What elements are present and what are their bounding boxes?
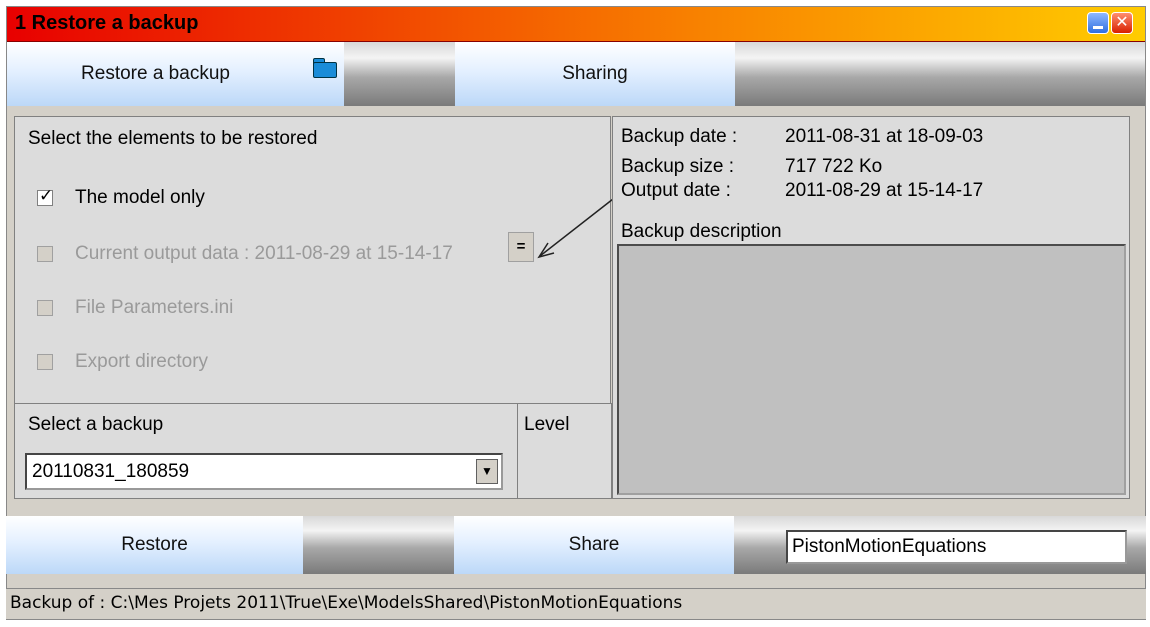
status-bar: Backup of : C:\Mes Projets 2011\True\Exe… [6, 588, 1146, 619]
restore-backup-tab-label: Restore a backup [81, 63, 230, 84]
open-folder-button[interactable] [304, 42, 344, 106]
close-button[interactable]: ✕ [1111, 12, 1133, 34]
current-output-label: Current output data : 2011-08-29 at 15-1… [75, 243, 453, 264]
backup-select-value: 20110831_180859 [32, 461, 190, 482]
output-date-value: 2011-08-29 at 15-14-17 [785, 180, 984, 201]
backup-description-textarea[interactable] [617, 244, 1126, 495]
parameters-ini-label: File Parameters.ini [75, 297, 234, 318]
backup-size-value: 717 722 Ko [785, 156, 883, 177]
parameters-ini-checkbox[interactable] [37, 300, 53, 316]
backup-date-label: Backup date : [621, 126, 738, 147]
model-only-checkbox[interactable]: ✓ [37, 186, 53, 206]
backup-date-value: 2011-08-31 at 18-09-03 [785, 126, 984, 147]
compare-equals-button[interactable]: = [508, 232, 534, 262]
current-output-checkbox[interactable] [37, 246, 53, 262]
level-label: Level [524, 414, 570, 435]
window-title: 1 Restore a backup [15, 12, 199, 34]
share-name-input[interactable]: PistonMotionEquations [786, 530, 1127, 564]
share-button[interactable]: Share [454, 516, 734, 574]
elements-header: Select the elements to be restored [28, 128, 318, 149]
folder-icon [313, 62, 337, 78]
minimize-button[interactable] [1087, 12, 1109, 34]
sharing-tab-label: Sharing [562, 63, 628, 84]
dropdown-arrow-button[interactable]: ▼ [476, 459, 498, 484]
output-date-label: Output date : [621, 180, 731, 201]
close-icon: ✕ [1115, 14, 1129, 31]
export-directory-label: Export directory [75, 351, 209, 372]
restore-button[interactable]: Restore [6, 516, 303, 574]
restore-button-label: Restore [121, 534, 188, 555]
backup-select[interactable]: 20110831_180859 ▼ [25, 453, 503, 490]
restore-backup-tab[interactable]: Restore a backup [7, 42, 304, 106]
backup-description-label: Backup description [621, 221, 782, 242]
sharing-tab[interactable]: Sharing [455, 42, 735, 106]
backup-size-label: Backup size : [621, 156, 734, 177]
title-bar[interactable]: 1 Restore a backup ✕ [7, 7, 1145, 42]
top-toolbar: Restore a backup Sharing [7, 42, 1145, 106]
share-button-label: Share [568, 534, 620, 555]
status-text: Backup of : C:\Mes Projets 2011\True\Exe… [10, 593, 683, 613]
export-directory-checkbox[interactable] [37, 354, 53, 370]
chevron-down-icon: ▼ [481, 464, 493, 478]
model-only-label: The model only [75, 187, 205, 208]
minimize-icon [1093, 26, 1103, 29]
checkmark-icon: ✓ [39, 186, 54, 205]
select-backup-label: Select a backup [28, 414, 164, 435]
